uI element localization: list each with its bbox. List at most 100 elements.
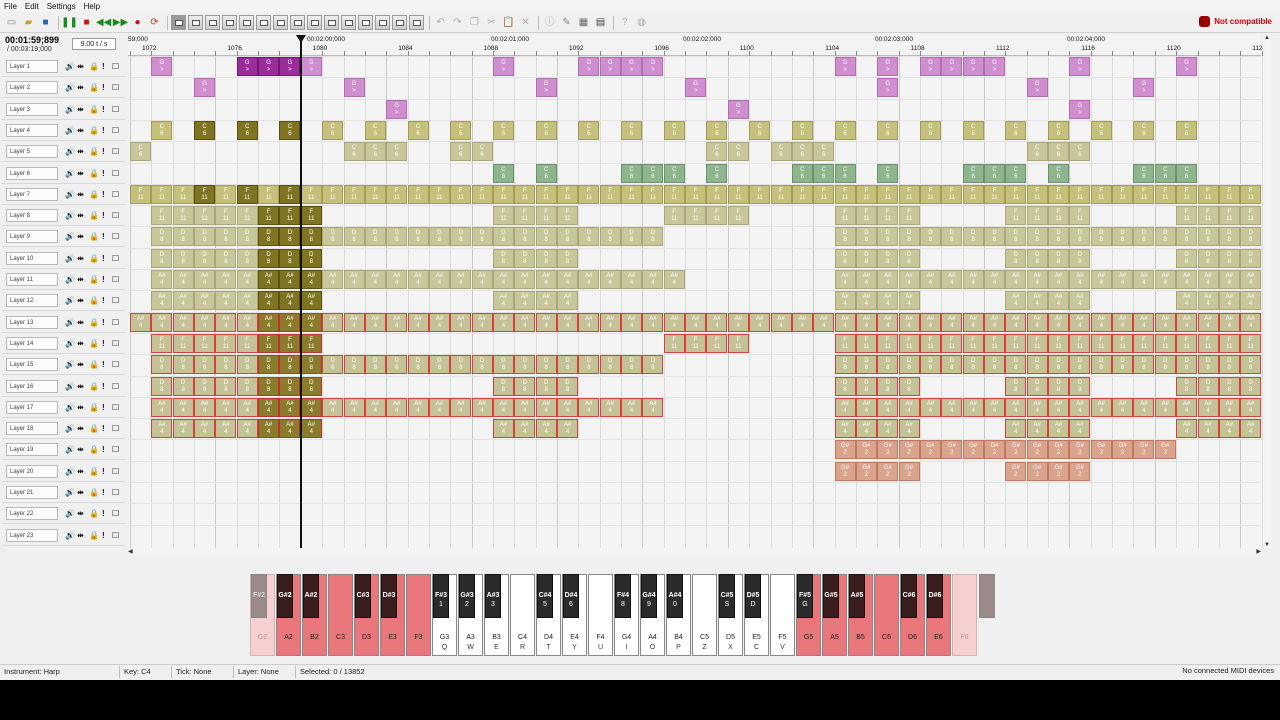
note-block[interactable]: F 11 xyxy=(685,184,707,204)
note-block[interactable]: G > xyxy=(300,57,322,76)
note-block[interactable]: C 6 xyxy=(663,163,685,183)
note-block[interactable]: A# 4 xyxy=(557,291,578,311)
note-block[interactable]: A# 4 xyxy=(151,419,173,439)
note-block[interactable]: D 8 xyxy=(855,376,877,396)
note-block[interactable]: A# 4 xyxy=(898,291,920,311)
note-block[interactable]: D 8 xyxy=(1005,227,1027,247)
select-layer-icon[interactable]: ☐ xyxy=(112,146,119,158)
note-block[interactable]: A# 4 xyxy=(1176,270,1198,289)
note-block[interactable]: C 6 xyxy=(663,120,685,140)
note-block[interactable]: F 11 xyxy=(1048,206,1070,226)
note-block[interactable]: D 8 xyxy=(1005,355,1027,375)
note-block[interactable]: A# 4 xyxy=(1133,270,1155,289)
note-block[interactable]: D 8 xyxy=(1026,355,1048,375)
note-block[interactable]: D 8 xyxy=(258,376,280,396)
note-block[interactable]: A# 4 xyxy=(236,312,258,332)
solo-icon[interactable]: ! xyxy=(102,168,105,180)
piano-black-key[interactable]: C#6 xyxy=(901,574,917,618)
note-block[interactable]: C 6 xyxy=(749,120,771,140)
note-block[interactable]: A# 4 xyxy=(578,397,600,417)
piano-white-key[interactable]: C5 Z xyxy=(692,574,717,656)
note-block[interactable]: F 11 xyxy=(300,333,322,353)
note-block[interactable]: F 11 xyxy=(300,206,322,226)
note-block[interactable]: D 8 xyxy=(300,227,322,247)
note-block[interactable]: A# 4 xyxy=(642,270,664,289)
layer-row[interactable]: Layer 5 🔊 ⇹ 🔒! ☐ xyxy=(2,142,125,163)
note-block[interactable]: A# 4 xyxy=(300,312,322,332)
lock-icon[interactable]: 🔒 xyxy=(89,231,99,243)
note-block[interactable]: A# 4 xyxy=(621,397,643,417)
note-block[interactable]: C 6 xyxy=(450,120,472,140)
note-block[interactable]: F 11 xyxy=(215,333,237,353)
solo-icon[interactable]: ! xyxy=(102,146,105,158)
layer-row[interactable]: Layer 12 🔊 ⇹ 🔒! ☐ xyxy=(2,291,125,312)
note-block[interactable]: G# 2 xyxy=(1133,440,1155,460)
note-block[interactable]: A# 4 xyxy=(215,270,237,289)
layer-row[interactable]: Layer 22 🔊 ⇹ 🔒! ☐ xyxy=(2,504,125,525)
note-block[interactable]: A# 4 xyxy=(535,312,557,332)
note-block[interactable]: A# 4 xyxy=(535,419,557,439)
note-block[interactable]: D 8 xyxy=(236,355,258,375)
note-block[interactable]: C 6 xyxy=(962,163,984,183)
note-block[interactable]: A# 4 xyxy=(407,397,429,417)
note-block[interactable]: A# 4 xyxy=(749,312,771,332)
note-block[interactable]: D 8 xyxy=(471,227,493,247)
note-block[interactable]: A# 4 xyxy=(855,419,877,439)
note-block[interactable]: D 8 xyxy=(1005,376,1027,396)
note-block[interactable]: A# 4 xyxy=(1005,397,1027,417)
note-block[interactable]: G > xyxy=(621,57,643,76)
layer-name-field[interactable]: Layer 11 xyxy=(6,273,58,286)
note-block[interactable]: D 8 xyxy=(1048,248,1070,268)
volume-icon[interactable]: 🔊 xyxy=(65,359,75,371)
note-block[interactable]: A# 4 xyxy=(364,270,386,289)
note-block[interactable]: C 6 xyxy=(770,142,792,162)
note-block[interactable]: A# 4 xyxy=(1240,397,1262,417)
note-block[interactable]: C 6 xyxy=(621,163,643,183)
note-block[interactable]: A# 4 xyxy=(813,312,835,332)
note-block[interactable]: A# 4 xyxy=(279,419,301,439)
note-block[interactable]: C 6 xyxy=(130,142,151,162)
note-block[interactable]: A# 4 xyxy=(1026,270,1048,289)
note-block[interactable]: A# 4 xyxy=(1069,291,1091,311)
layer-row[interactable]: Layer 15 🔊 ⇹ 🔒! ☐ xyxy=(2,355,125,376)
note-block[interactable]: F 11 xyxy=(279,333,301,353)
note-block[interactable]: D 8 xyxy=(1090,227,1112,247)
note-block[interactable]: F 11 xyxy=(1090,333,1112,353)
note-block[interactable]: A# 4 xyxy=(578,312,600,332)
note-block[interactable]: G > xyxy=(877,57,899,76)
volume-icon[interactable]: 🔊 xyxy=(65,487,75,499)
note-block[interactable]: A# 4 xyxy=(685,312,707,332)
note-block[interactable]: A# 4 xyxy=(236,397,258,417)
deselect-icon[interactable] xyxy=(375,15,390,30)
note-block[interactable]: F 11 xyxy=(727,333,749,353)
select-pitch-icon[interactable] xyxy=(341,15,356,30)
note-block[interactable]: F 11 xyxy=(215,206,237,226)
note-block[interactable]: A# 4 xyxy=(258,270,280,289)
note-block[interactable]: A# 4 xyxy=(877,397,899,417)
note-block[interactable]: A# 4 xyxy=(1090,312,1112,332)
delete-icon[interactable]: ✕ xyxy=(518,15,533,30)
note-block[interactable]: F 11 xyxy=(236,206,258,226)
note-block[interactable]: F 11 xyxy=(386,184,408,204)
note-block[interactable]: C 6 xyxy=(1048,142,1070,162)
note-block[interactable]: D 8 xyxy=(834,376,856,396)
note-block[interactable]: A# 4 xyxy=(1048,419,1070,439)
piano-black-key[interactable]: A#4 0 xyxy=(667,574,683,618)
note-block[interactable]: A# 4 xyxy=(1048,397,1070,417)
stereo-icon[interactable]: ⇹ xyxy=(77,168,84,180)
note-block[interactable]: F 11 xyxy=(685,206,707,226)
solo-icon[interactable]: ! xyxy=(102,508,105,520)
note-block[interactable]: G# 2 xyxy=(1112,440,1134,460)
note-block[interactable]: A# 4 xyxy=(258,397,280,417)
note-block[interactable]: A# 4 xyxy=(1154,397,1176,417)
select-layer-icon[interactable]: ☐ xyxy=(112,125,119,137)
note-block[interactable]: D 8 xyxy=(172,227,194,247)
note-block[interactable]: C 6 xyxy=(877,163,899,183)
note-block[interactable]: F 11 xyxy=(706,333,728,353)
note-block[interactable]: F 11 xyxy=(1005,206,1027,226)
note-block[interactable]: D 8 xyxy=(1069,248,1091,268)
note-block[interactable]: G > xyxy=(279,57,301,76)
note-block[interactable]: A# 4 xyxy=(151,397,173,417)
note-block[interactable]: C 6 xyxy=(343,142,365,162)
note-block[interactable]: F 11 xyxy=(727,206,749,226)
